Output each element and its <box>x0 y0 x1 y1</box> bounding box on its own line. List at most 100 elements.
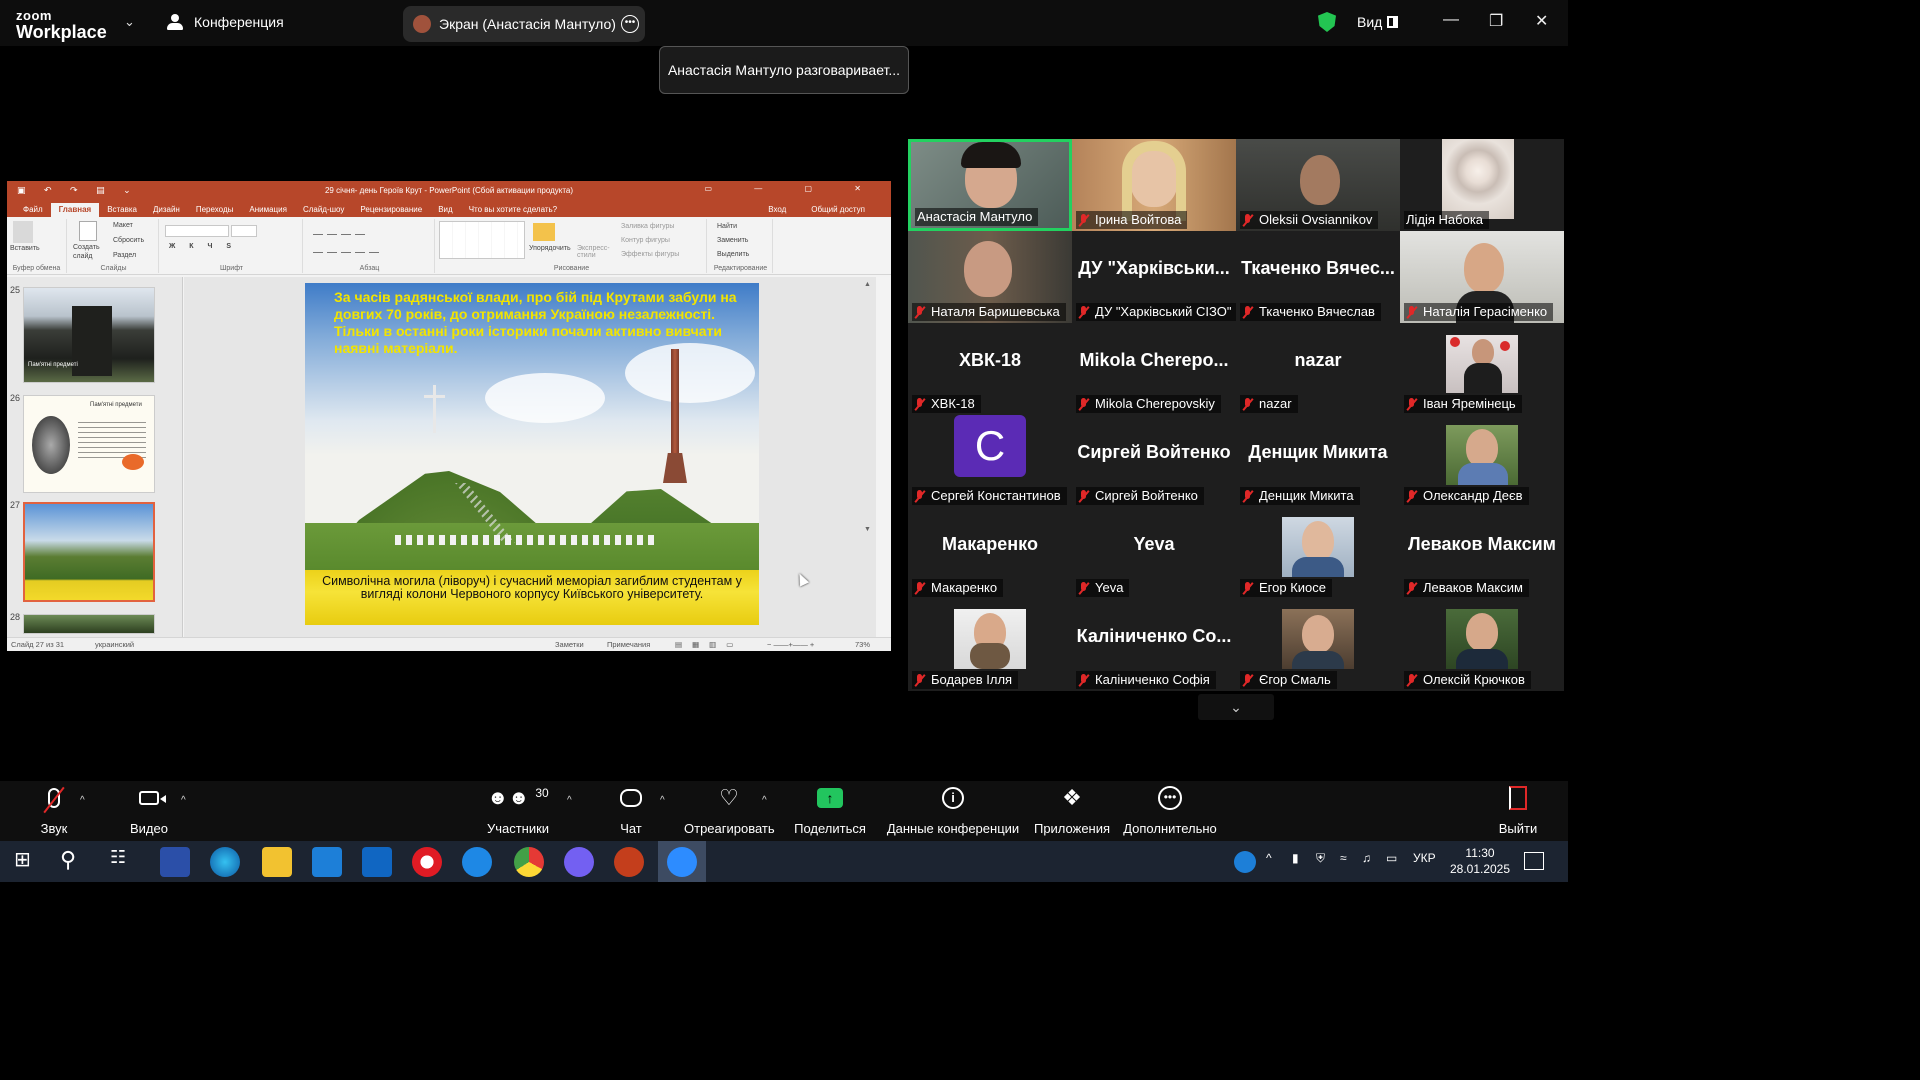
list-buttons[interactable] <box>313 227 369 237</box>
more-button[interactable]: ••• Дополнительно <box>1122 781 1218 841</box>
meeting-info-button[interactable]: i Данные конференции <box>886 781 1020 841</box>
participant-tile[interactable]: Макаренко Макаренко <box>908 507 1072 599</box>
participant-tile[interactable]: Наталя Баришевська <box>908 231 1072 323</box>
replace-button[interactable]: Заменить <box>717 237 748 244</box>
search-icon[interactable]: ⚲ <box>60 847 90 877</box>
view-layout-icon[interactable] <box>1387 16 1398 28</box>
notifications-icon[interactable] <box>1524 852 1544 870</box>
tab-animation[interactable]: Анимация <box>241 203 295 217</box>
audio-options-chevron-icon[interactable]: ^ <box>80 795 85 806</box>
participant-tile[interactable]: Лідія Набока <box>1400 139 1564 231</box>
ppt-share-button[interactable]: Общий доступ <box>803 203 873 217</box>
files-app-icon[interactable] <box>160 847 190 877</box>
react-options-chevron-icon[interactable]: ^ <box>762 795 767 806</box>
quick-styles-button[interactable]: Экспресс-стили <box>577 245 610 259</box>
powerpoint-icon[interactable] <box>614 847 644 877</box>
chevron-down-icon[interactable]: ⌄ <box>124 14 135 30</box>
opera-icon[interactable] <box>412 847 442 877</box>
tab-home[interactable]: Главная <box>50 203 100 217</box>
zoom-app-icon[interactable] <box>667 847 697 877</box>
tab-file[interactable]: Файл <box>15 203 51 217</box>
section-button[interactable]: Раздел <box>113 252 136 259</box>
participant-tile[interactable]: Анастасія Мантуло <box>908 139 1072 231</box>
slide-thumbnail-26[interactable]: Пам'ятні предмети <box>23 395 155 493</box>
current-slide[interactable]: За часів радянської влади, про бій під К… <box>305 283 759 625</box>
security-tray-icon[interactable]: ⛨ <box>1316 851 1325 866</box>
reset-button[interactable]: Сбросить <box>113 237 144 244</box>
slide-thumbnail-25[interactable]: Пам'ятні предметі <box>23 287 155 383</box>
participant-tile[interactable]: C Сергей Константинов <box>908 415 1072 507</box>
audio-button[interactable]: Звук <box>26 781 82 841</box>
zoom-level[interactable]: 73% <box>855 640 870 649</box>
slide-thumbnail-28[interactable] <box>23 614 155 634</box>
edge-browser-icon[interactable] <box>210 847 240 877</box>
restore-icon[interactable]: ❐ <box>1489 11 1503 31</box>
tell-me-box[interactable]: Что вы хотите сделать? <box>461 203 565 217</box>
screen-share-pill[interactable]: Экран (Анастасія Мантуло) ••• <box>403 6 645 42</box>
participant-tile[interactable]: Егор Киосе <box>1236 507 1400 599</box>
outlook-icon[interactable] <box>362 847 392 877</box>
conference-button[interactable]: Конференция <box>166 14 284 30</box>
new-slide-icon[interactable] <box>79 221 97 241</box>
react-button[interactable]: ♡ Отреагировать <box>684 781 775 841</box>
view-button[interactable]: Вид <box>1357 14 1382 30</box>
viber-icon[interactable] <box>564 847 594 877</box>
task-view-icon[interactable]: ☷ <box>110 847 140 877</box>
participant-tile[interactable]: Єгор Смаль <box>1236 599 1400 691</box>
shapes-gallery[interactable] <box>439 221 525 259</box>
windows-start-icon[interactable]: ⊞ <box>14 847 44 877</box>
file-explorer-icon[interactable] <box>262 847 292 877</box>
chat-options-chevron-icon[interactable]: ^ <box>660 795 665 806</box>
tab-view[interactable]: Вид <box>430 203 460 217</box>
battery-icon[interactable]: ▭ <box>1386 851 1397 865</box>
security-shield-icon[interactable] <box>1318 12 1336 32</box>
participant-tile[interactable]: Олексій Крючков <box>1400 599 1564 691</box>
slide-scrollbar[interactable]: ▲ ▼ <box>864 281 874 633</box>
participant-tile[interactable]: nazar nazar <box>1236 323 1400 415</box>
gallery-next-page-chevron-icon[interactable]: ⌄ <box>1198 694 1274 720</box>
arrange-button[interactable]: Упорядочить <box>529 245 571 252</box>
more-options-icon[interactable]: ••• <box>621 15 639 33</box>
chat-button[interactable]: Чат <box>612 781 650 841</box>
notes-button[interactable]: Заметки <box>555 640 584 649</box>
paste-button[interactable]: Вставить <box>10 245 40 252</box>
zoom-slider[interactable]: − ——+—— + <box>767 640 814 649</box>
participant-tile[interactable]: ДУ "Харківськи... ДУ "Харківський СІЗО" <box>1072 231 1236 323</box>
participant-tile[interactable]: Наталія Герасіменко <box>1400 231 1564 323</box>
help-icon[interactable] <box>1234 851 1256 873</box>
layout-button[interactable]: Макет <box>113 222 133 229</box>
tab-design[interactable]: Дизайн <box>145 203 188 217</box>
slide-thumbnail-27[interactable] <box>23 502 155 602</box>
ppt-window-controls[interactable]: ▭ — ▢ ✕ <box>705 184 882 193</box>
leave-button[interactable]: Выйти <box>1496 781 1540 841</box>
participant-tile[interactable]: Левакoв Максим Левакoв Максим <box>1400 507 1564 599</box>
tab-transitions[interactable]: Переходы <box>188 203 242 217</box>
participant-tile[interactable]: Каліниченко Со... Каліниченко Софія <box>1072 599 1236 691</box>
participant-tile[interactable]: Ірина Войтова <box>1072 139 1236 231</box>
participants-button[interactable]: ☻☻ 30 Участники <box>484 781 552 841</box>
wifi-icon[interactable]: ≈ <box>1340 851 1347 865</box>
volume-icon[interactable]: ♫ <box>1362 851 1371 865</box>
teamviewer-icon[interactable] <box>462 847 492 877</box>
store-icon[interactable] <box>312 847 342 877</box>
participants-options-chevron-icon[interactable]: ^ <box>567 795 572 806</box>
participant-tile[interactable]: Денщик Микита Денщик Микита <box>1236 415 1400 507</box>
participant-tile[interactable]: Бодарев Ілля <box>908 599 1072 691</box>
language-indicator[interactable]: украинский <box>95 640 134 649</box>
find-button[interactable]: Найти <box>717 223 737 230</box>
view-mode-buttons[interactable]: ▤▦▥▭ <box>675 640 743 649</box>
participant-tile[interactable]: Mikola Cherepo... Mikola Cherepovskiy <box>1072 323 1236 415</box>
chrome-icon[interactable] <box>514 847 544 877</box>
font-size-input[interactable] <box>231 225 257 237</box>
font-format-buttons[interactable]: Ж К Ч S <box>169 243 237 250</box>
signin-link[interactable]: Вход <box>760 203 794 217</box>
participant-tile[interactable]: Oleksii Ovsiannikov <box>1236 139 1400 231</box>
shape-effects-button[interactable]: Эффекты фигуры <box>621 251 679 258</box>
paste-icon[interactable] <box>13 221 33 243</box>
participant-tile[interactable]: Yeva Yeva <box>1072 507 1236 599</box>
shape-fill-button[interactable]: Заливка фигуры <box>621 223 674 230</box>
align-buttons[interactable] <box>313 245 383 255</box>
tab-insert[interactable]: Вставка <box>99 203 145 217</box>
comments-button[interactable]: Примечания <box>607 640 650 649</box>
participant-tile[interactable]: Сиргей Войтенко Сиргей Войтенко <box>1072 415 1236 507</box>
